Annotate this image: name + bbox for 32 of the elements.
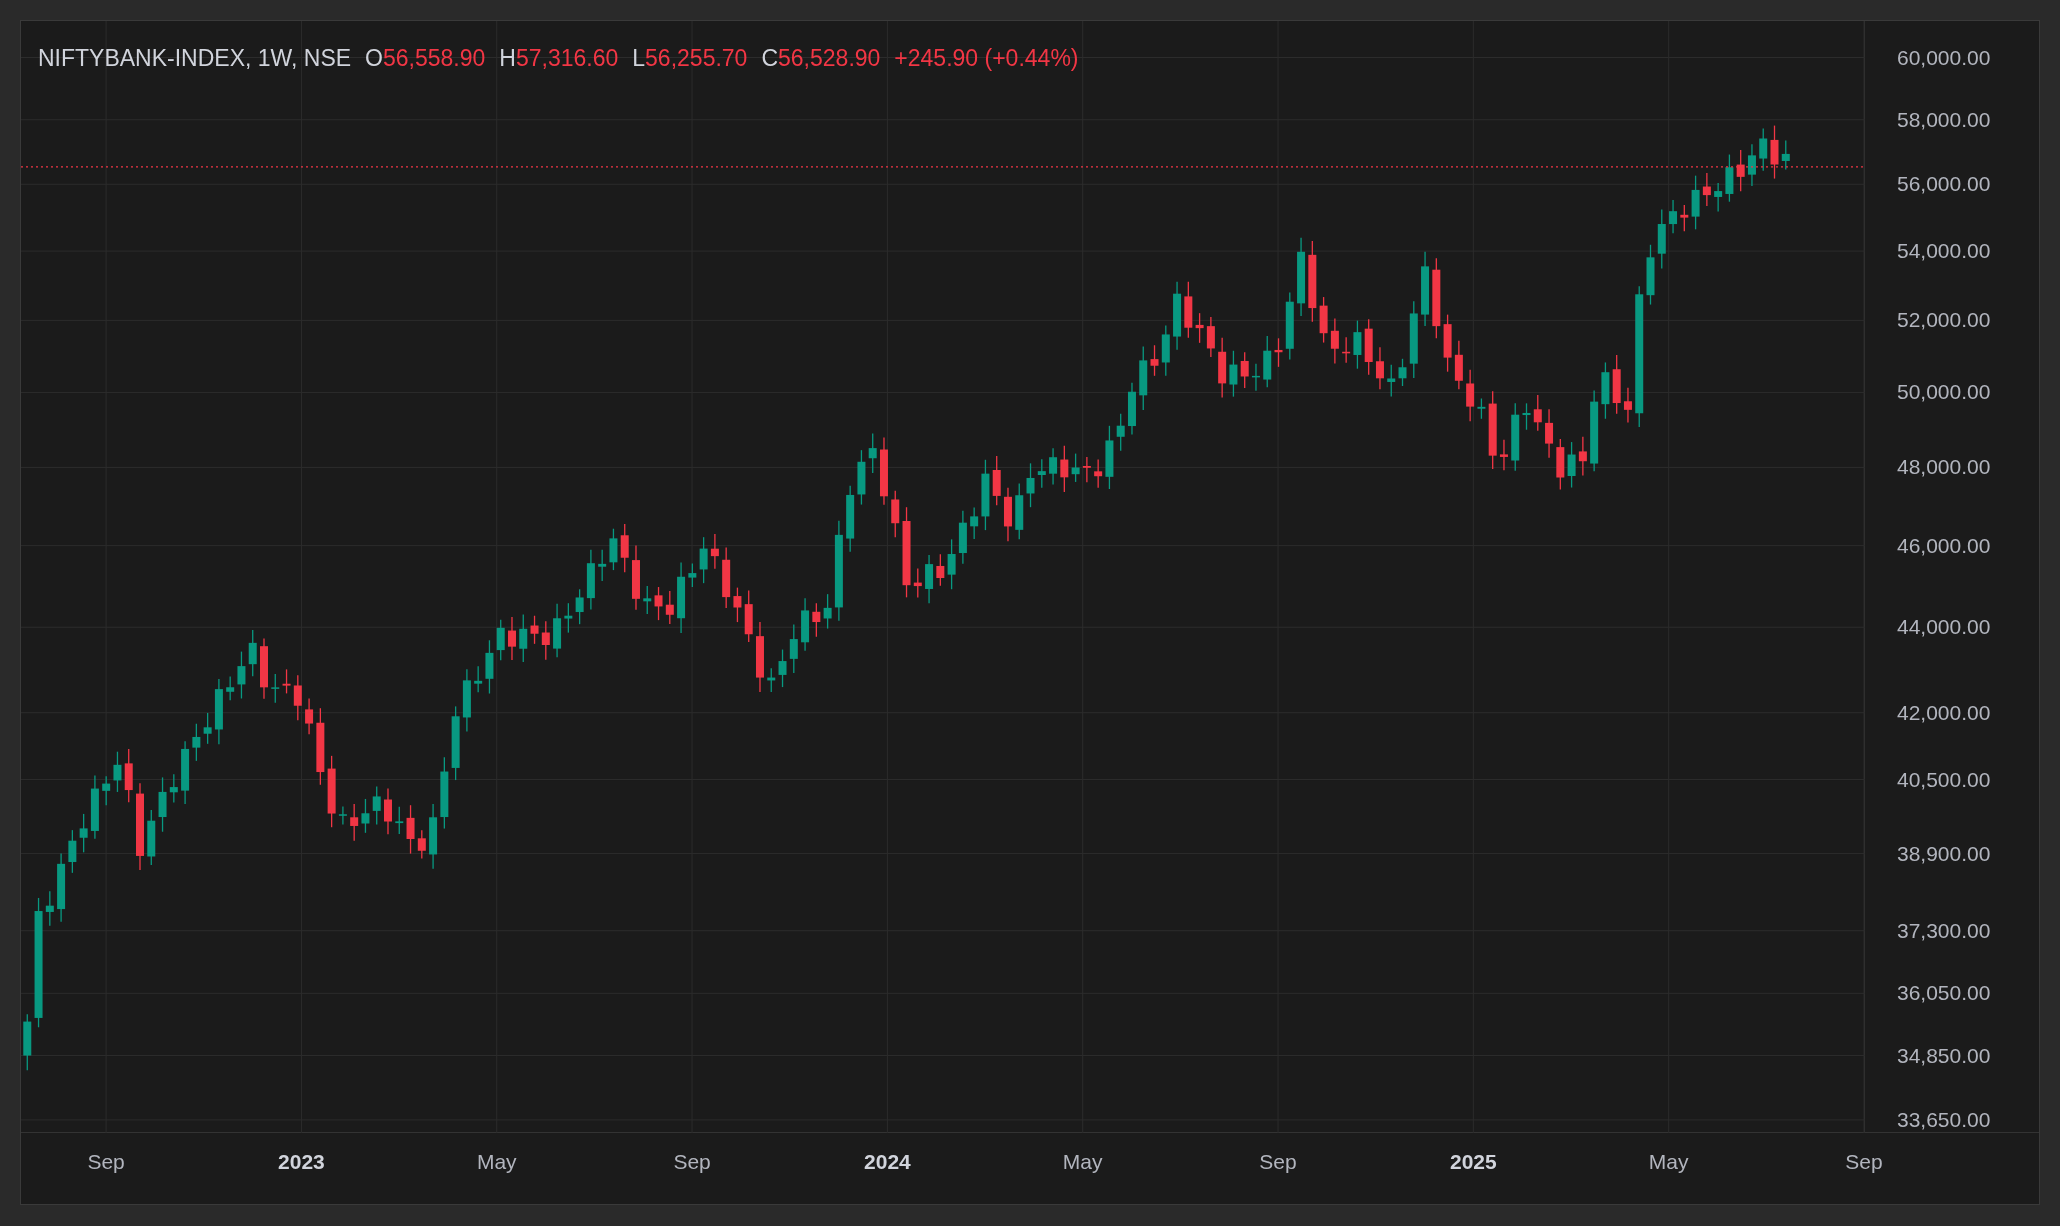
ohlc-value: O56,558.90	[365, 44, 486, 73]
time-label: Sep	[1259, 1151, 1297, 1172]
price-label: 58,000.00	[1897, 108, 1991, 130]
price-label: 37,300.00	[1897, 919, 1991, 941]
price-label: 38,900.00	[1897, 842, 1991, 864]
time-label: 2025	[1450, 1151, 1497, 1172]
time-label: May	[1062, 1151, 1103, 1172]
price-label: 42,000.00	[1897, 701, 1991, 723]
price-label: 44,000.00	[1897, 616, 1991, 638]
time-label: 2024	[864, 1151, 911, 1172]
ohlc-value: C56,528.90	[761, 44, 881, 73]
price-label: 40,500.00	[1897, 768, 1991, 790]
price-label: 52,000.00	[1897, 309, 1991, 331]
time-label: Sep	[673, 1151, 711, 1172]
price-label: 54,000.00	[1897, 240, 1991, 262]
price-label: 34,850.00	[1897, 1044, 1991, 1066]
price-change: +245.90 (+0.44%)	[894, 44, 1079, 73]
time-label: May	[476, 1151, 517, 1172]
price-label: 60,000.00	[1897, 46, 1991, 68]
price-label: 33,650.00	[1897, 1108, 1991, 1130]
ohlc-value: L56,255.70	[632, 44, 748, 73]
price-label: 48,000.00	[1897, 456, 1991, 478]
price-label: 56,000.00	[1897, 173, 1991, 195]
price-label: 50,000.00	[1897, 381, 1991, 403]
time-label: May	[1648, 1151, 1689, 1172]
time-label: 2023	[278, 1151, 325, 1172]
price-label: 36,050.00	[1897, 982, 1991, 1004]
time-label: Sep	[87, 1151, 125, 1172]
symbol-title: NIFTYBANK-INDEX, 1W, NSE	[38, 44, 352, 73]
price-label: 46,000.00	[1897, 534, 1991, 556]
time-label: Sep	[1845, 1151, 1883, 1172]
ohlc-value: H57,316.60	[499, 44, 619, 73]
